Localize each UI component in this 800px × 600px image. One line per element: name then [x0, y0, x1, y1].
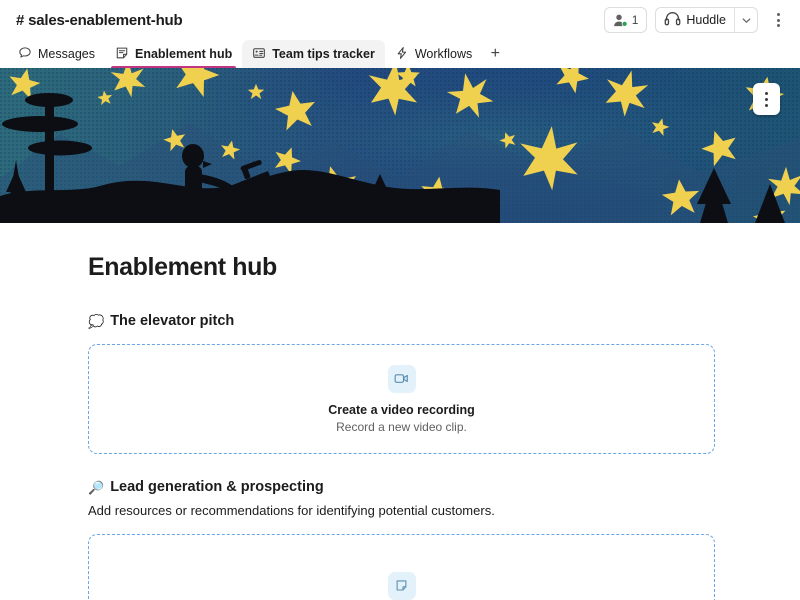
canvas-icon — [115, 46, 129, 63]
person-icon — [613, 13, 628, 28]
section-heading-lead-generation[interactable]: 🔎 Lead generation & prospecting — [88, 479, 715, 495]
thought-balloon-icon: 💭 — [88, 313, 105, 329]
huddle-label: Huddle — [686, 13, 726, 27]
dot — [776, 13, 780, 16]
banner-illustration — [0, 68, 800, 223]
tab-label: Enablement hub — [134, 47, 233, 61]
dot — [765, 91, 768, 95]
magnifying-glass-icon: 🔎 — [88, 479, 105, 495]
page-title[interactable]: Enablement hub — [88, 253, 715, 282]
tab-label: Messages — [38, 47, 95, 61]
add-tab-button[interactable]: + — [482, 40, 508, 68]
section-heading-elevator-pitch[interactable]: 💭 The elevator pitch — [88, 313, 715, 329]
card-title: Create a video recording — [328, 402, 475, 417]
chevron-down-icon[interactable] — [735, 8, 757, 32]
video-recording-card[interactable]: Create a video recording Record a new vi… — [88, 344, 715, 454]
dot — [765, 103, 768, 107]
huddle-button[interactable]: Huddle — [655, 7, 758, 33]
tab-team-tips-tracker[interactable]: Team tips tracker — [242, 40, 385, 68]
section-heading-label: The elevator pitch — [110, 313, 235, 329]
dot — [776, 18, 780, 22]
tab-label: Workflows — [414, 47, 473, 61]
dot — [776, 24, 780, 27]
headphones-icon — [664, 11, 681, 29]
canvas-insert-card[interactable] — [88, 534, 715, 600]
banner-more-button[interactable] — [753, 83, 780, 115]
list-card-icon — [252, 46, 266, 63]
section-heading-label: Lead generation & prospecting — [110, 479, 324, 495]
tab-bar: Messages Enablement hub Team tips tracke… — [0, 40, 800, 68]
canvas-icon — [387, 571, 416, 600]
dot — [765, 97, 768, 101]
section-description: Add resources or recommendations for ide… — [88, 503, 495, 518]
header-actions: 1 Huddle — [603, 7, 790, 33]
tab-enablement-hub[interactable]: Enablement hub — [105, 40, 242, 68]
video-camera-icon — [387, 364, 416, 393]
member-count-button[interactable]: 1 — [603, 7, 648, 33]
tab-messages[interactable]: Messages — [8, 40, 105, 68]
channel-header: # sales-enablement-hub 1 Huddle — [0, 0, 800, 40]
member-count-label: 1 — [631, 13, 639, 27]
card-subtitle: Record a new video clip. — [336, 419, 467, 434]
channel-title[interactable]: # sales-enablement-hub — [16, 12, 183, 29]
tab-workflows[interactable]: Workflows — [385, 40, 482, 68]
lightning-bolt-icon — [395, 46, 409, 63]
tab-label: Team tips tracker — [272, 47, 375, 61]
more-vertical-icon[interactable] — [766, 7, 790, 33]
canvas-body: Enablement hub 💭 The elevator pitch Crea… — [0, 223, 800, 600]
channel-banner-image — [0, 68, 800, 223]
huddle-main[interactable]: Huddle — [656, 8, 734, 32]
chat-bubble-icon — [18, 46, 32, 63]
